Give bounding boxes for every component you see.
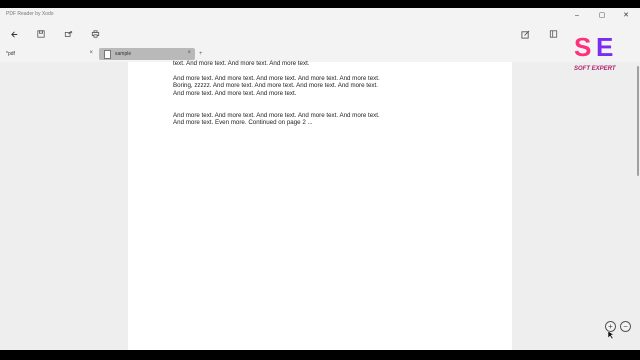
app-title: PDF Reader by Xodo <box>6 11 54 17</box>
svg-text:E: E <box>596 32 613 62</box>
vertical-scrollbar[interactable] <box>636 62 640 350</box>
mouse-cursor-icon <box>608 331 614 339</box>
page-paragraph: And more text. And more text. And more t… <box>173 75 380 97</box>
zoom-out-button[interactable]: − <box>620 321 631 332</box>
print-icon <box>91 30 99 38</box>
page-paragraph: text. And more text. And more text. And … <box>173 60 310 67</box>
tab-close-button[interactable]: × <box>89 50 93 56</box>
close-window-button[interactable]: ✕ <box>617 8 635 22</box>
print-button[interactable] <box>87 26 103 42</box>
back-arrow-icon <box>10 30 17 38</box>
scroll-thumb[interactable] <box>637 66 639 176</box>
tab-sample[interactable]: sample × <box>99 48 195 60</box>
tab-close-button[interactable]: × <box>187 50 191 56</box>
sidebar-icon <box>549 30 557 38</box>
page-paragraph: And more text. And more text. And more t… <box>173 112 380 127</box>
share-button[interactable] <box>60 26 76 42</box>
minimize-button[interactable]: – <box>568 8 586 22</box>
edit-icon <box>520 30 529 39</box>
soft-expert-logo: S E SOFT EXPERT <box>574 32 617 72</box>
svg-text:S: S <box>574 32 591 62</box>
document-icon <box>104 49 111 59</box>
pdf-page: text. And more text. And more text. And … <box>128 60 512 350</box>
new-tab-button[interactable]: + <box>199 48 203 60</box>
save-button[interactable] <box>33 26 49 42</box>
edit-button[interactable] <box>517 26 533 42</box>
share-icon <box>64 31 72 37</box>
back-button[interactable] <box>6 26 22 42</box>
document-viewer: text. And more text. And more text. And … <box>0 60 640 350</box>
toolbar <box>0 22 640 46</box>
tab-pdf[interactable]: *pdf × <box>0 48 97 60</box>
svg-text:SOFT EXPERT: SOFT EXPERT <box>574 66 617 72</box>
tab-label: sample <box>115 51 132 57</box>
tab-label: *pdf <box>6 51 15 57</box>
app-window: PDF Reader by Xodo – ▢ ✕ *pdf × sample ×… <box>0 8 640 350</box>
save-icon <box>37 30 45 38</box>
panel-toggle-button[interactable] <box>545 26 561 42</box>
maximize-button[interactable]: ▢ <box>593 8 611 22</box>
title-bar: PDF Reader by Xodo – ▢ ✕ <box>0 8 640 22</box>
